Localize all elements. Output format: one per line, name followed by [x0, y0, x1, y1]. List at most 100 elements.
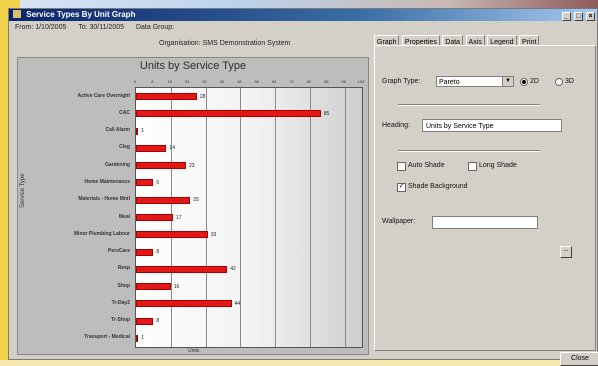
category-label: Gardening — [104, 161, 130, 168]
bar-value-label: 25 — [193, 197, 199, 204]
minimize-button[interactable]: _ — [561, 12, 571, 21]
date-range: From: 1/10/2005 To: 30/11/2005 Data Grou… — [15, 24, 184, 31]
category-label: Meal — [118, 213, 130, 220]
long-shade-label: Long Shade — [479, 162, 517, 169]
wallpaper-input[interactable] — [432, 216, 538, 229]
x-tick-label: 48 — [237, 79, 242, 84]
bar — [136, 300, 232, 308]
auto-shade-checkbox[interactable] — [397, 162, 406, 171]
x-tick-label: 16 — [167, 79, 172, 84]
chart-title: Units by Service Type — [139, 60, 247, 72]
chart-panel: Units by Service Type 0 8 16 24 32 40 48 56 64 72… — [17, 57, 369, 355]
x-tick-label: 88 — [323, 79, 329, 84]
shade-background-checkbox[interactable]: ✓ — [397, 183, 406, 192]
long-shade-checkbox[interactable] — [468, 162, 477, 171]
x-tick-label: 32 — [202, 79, 207, 84]
graph-type-select[interactable]: Pareto ▼ — [436, 76, 514, 87]
radio-2d-label: 2D — [530, 78, 539, 85]
x-tick-label: 0 — [133, 79, 137, 84]
title-bar[interactable]: Service Types By Unit Graph _ □ × — [9, 9, 597, 21]
gridline — [205, 88, 207, 347]
radio-3d-label: 3D — [565, 78, 574, 85]
category-label: CAC — [119, 109, 130, 116]
bar — [136, 283, 171, 291]
x-tick-label: 80 — [306, 79, 312, 84]
bar-value-label: 16 — [173, 283, 180, 290]
wallpaper-label: Wallpaper: — [382, 218, 416, 225]
bar — [136, 179, 154, 187]
category-label: Transport - Medical — [84, 334, 130, 341]
bar-value-label: 44 — [234, 300, 241, 307]
bar — [136, 248, 154, 256]
x-tick-label: 72 — [289, 79, 294, 84]
to-date: To: 30/11/2005 — [78, 24, 125, 31]
x-tick-label: 8 — [151, 79, 154, 84]
window-title: Service Types By Unit Graph — [26, 10, 136, 19]
bar-value-label: 17 — [175, 214, 182, 221]
category-label: Materials - Home Mntl — [78, 196, 130, 203]
heading-input[interactable]: Units by Service Type — [422, 119, 562, 132]
organisation-label: Organisation: SMS Demonstration System — [159, 40, 291, 47]
radio-3d[interactable] — [555, 78, 563, 86]
category-label: Call Alarm — [105, 127, 130, 134]
category-label: Minor Plumbing Labour — [73, 230, 130, 237]
x-axis-title: Units — [188, 348, 200, 354]
graph-settings-panel: Graph Type: Pareto ▼ 2D 3D Heading: Unit… — [374, 45, 596, 351]
maximize-button[interactable]: □ — [573, 12, 583, 21]
bar-value-label: 23 — [188, 162, 195, 169]
category-label: PersCare — [108, 248, 130, 255]
category-label: Home Maintenance — [84, 178, 130, 185]
chevron-down-icon[interactable]: ▼ — [502, 77, 513, 86]
bar — [136, 231, 208, 239]
category-label: Active Care Overnight — [77, 92, 130, 99]
bar-value-label: 6 — [156, 179, 160, 186]
bar-value-label: 8 — [156, 249, 160, 256]
gridline — [344, 88, 346, 347]
x-tick-label: 64 — [271, 79, 277, 84]
from-date: From: 1/10/2005 — [15, 24, 67, 31]
bar — [136, 214, 173, 221]
category-label: Tr-Day2 — [111, 299, 130, 306]
bar — [136, 127, 139, 135]
shade-background-label: Shade Background — [408, 183, 468, 190]
gridline — [240, 88, 242, 347]
heading-label: Heading: — [382, 122, 411, 129]
category-label: Shop — [117, 282, 131, 289]
bar-value-label: 8 — [156, 318, 160, 325]
y-axis-title: Service Type — [20, 173, 26, 208]
bar-value-label: 33 — [210, 231, 217, 238]
app-icon — [13, 10, 21, 18]
bar-value-label: 85 — [323, 110, 330, 117]
bar — [136, 162, 186, 170]
bar — [136, 317, 154, 325]
radio-2d[interactable] — [520, 78, 528, 86]
close-window-button[interactable]: × — [586, 12, 595, 21]
x-tick-label: 96 — [341, 79, 346, 84]
gridline — [309, 88, 311, 347]
graph-type-label: Graph Type: — [382, 78, 421, 85]
auto-shade-label: Auto Shade — [408, 162, 445, 169]
bar-value-label: 1 — [141, 128, 144, 135]
bar — [136, 196, 191, 204]
x-tick-label: 56 — [254, 79, 259, 84]
bar — [136, 110, 321, 118]
x-tick-label: 104 — [357, 79, 365, 84]
separator — [398, 150, 540, 152]
bar-value-label: 28 — [199, 93, 206, 100]
plot-area: 28 85 1 14 23 6 25 17 33 8 42 16 44 8 1 — [135, 87, 363, 348]
bar — [136, 144, 167, 152]
close-button[interactable]: Close — [560, 352, 598, 366]
window-controls: _ □ × — [561, 10, 595, 22]
bar-value-label: 14 — [169, 145, 175, 152]
bar — [136, 334, 139, 342]
category-label: Resp — [117, 265, 130, 272]
graph-window: Service Types By Unit Graph _ □ × From: … — [8, 8, 598, 366]
bar-value-label: 1 — [141, 335, 144, 342]
bar — [136, 93, 197, 101]
graph-type-value: Pareto — [439, 79, 460, 86]
settings-tabs: Graph Properties Data Axis Legend Print — [374, 31, 540, 49]
gridline — [275, 88, 277, 347]
separator — [398, 104, 540, 106]
x-tick-label: 24 — [184, 79, 190, 84]
browse-button[interactable]: ... — [560, 246, 572, 258]
